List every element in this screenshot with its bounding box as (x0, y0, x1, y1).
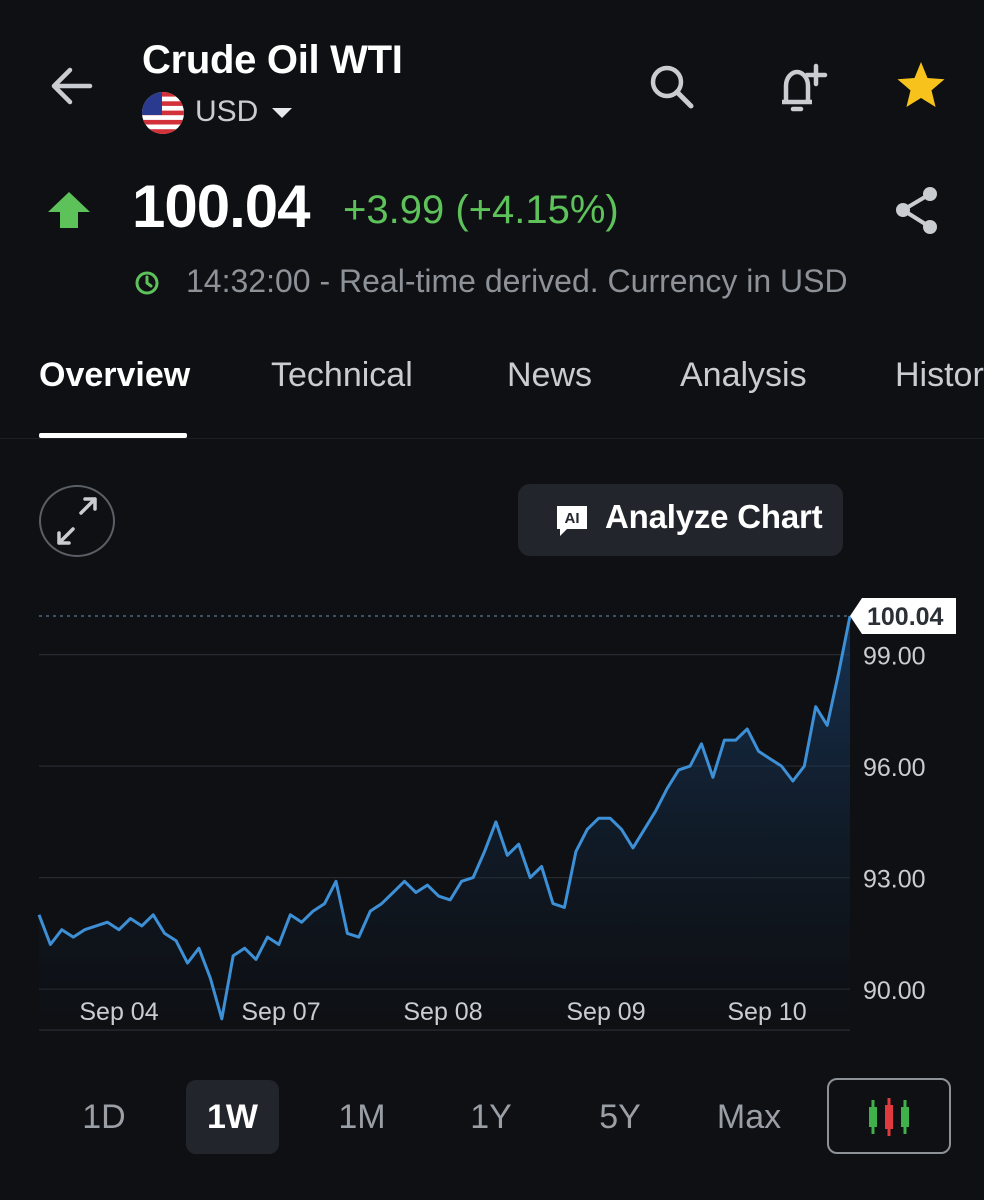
price-area (39, 616, 850, 1030)
x-tick-label: Sep 10 (727, 998, 806, 1026)
y-tick-label: 93.00 (863, 866, 926, 894)
range-1y[interactable]: 1Y (449, 1080, 533, 1154)
price-change: +3.99 (+4.15%) (343, 188, 619, 232)
tab-analysis[interactable]: Analysis (680, 356, 807, 395)
tab-overview[interactable]: Overview (39, 356, 190, 395)
expand-icon[interactable] (39, 485, 115, 557)
x-tick-label: Sep 04 (79, 998, 158, 1026)
tab-historical[interactable]: Histor (895, 356, 984, 395)
tab-technical[interactable]: Technical (271, 356, 413, 395)
range-max[interactable]: Max (702, 1080, 796, 1154)
x-tick-label: Sep 09 (566, 998, 645, 1026)
bell-plus-icon[interactable] (770, 58, 830, 118)
range-1d[interactable]: 1D (62, 1080, 146, 1154)
price-chart[interactable]: 99.00 96.00 93.00 90.00 Sep 04 Sep 07 Sep 08 Se… (0, 580, 984, 1050)
chart-type-button[interactable] (827, 1078, 951, 1154)
star-icon[interactable] (893, 58, 949, 114)
instrument-title: Crude Oil WTI (142, 38, 403, 82)
ai-icon: AI (554, 503, 590, 539)
y-tick-label: 99.00 (863, 643, 926, 671)
current-price: 100.04 (132, 173, 311, 240)
range-1w[interactable]: 1W (186, 1080, 279, 1154)
currency-selector[interactable]: USD (195, 95, 258, 129)
y-tick-label: 90.00 (863, 977, 926, 1005)
tab-news[interactable]: News (507, 356, 592, 395)
chevron-down-icon[interactable] (272, 108, 292, 118)
up-arrow-icon (46, 190, 92, 230)
range-1m[interactable]: 1M (320, 1080, 404, 1154)
y-tick-label: 96.00 (863, 754, 926, 782)
back-arrow-icon[interactable] (44, 58, 100, 114)
tabs-divider (0, 438, 984, 439)
analyze-chart-label: Analyze Chart (605, 498, 823, 535)
realtime-status: 14:32:00 - Real-time derived. Currency i… (186, 263, 848, 299)
last-value-label: 100.04 (867, 603, 944, 631)
x-tick-label: Sep 08 (403, 998, 482, 1026)
x-tick-label: Sep 07 (241, 998, 320, 1026)
range-5y[interactable]: 5Y (578, 1080, 662, 1154)
us-flag-icon (142, 92, 184, 134)
candlestick-icon (869, 1098, 909, 1136)
ai-icon-text: AI (565, 510, 580, 527)
search-icon[interactable] (645, 60, 699, 114)
clock-icon (134, 270, 160, 296)
share-icon[interactable] (890, 182, 946, 238)
